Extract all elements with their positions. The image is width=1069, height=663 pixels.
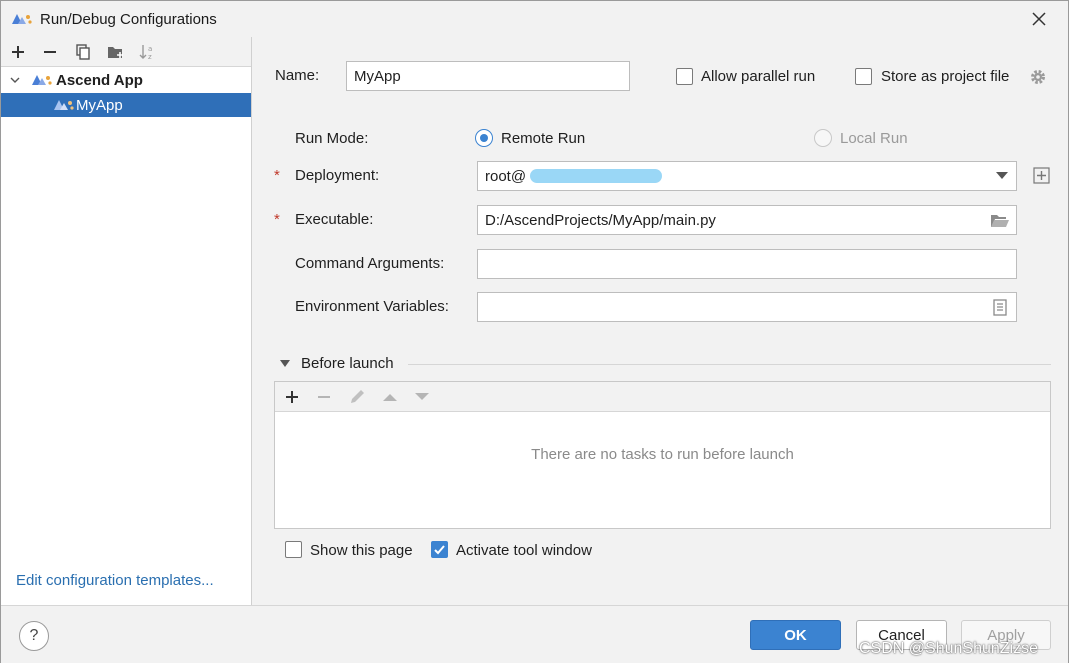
pencil-icon[interactable]	[348, 388, 366, 406]
minus-icon	[44, 51, 56, 53]
tree-item-myapp[interactable]: MyApp	[1, 93, 251, 117]
local-run-radio[interactable]	[814, 129, 832, 147]
dropdown-arrow-icon	[996, 172, 1008, 179]
configuration-form: Name: MyApp Allow parallel run Store as …	[253, 37, 1068, 605]
help-button[interactable]: ?	[19, 621, 49, 651]
sort-configurations-button[interactable]: az	[137, 42, 159, 62]
run-config-icon	[12, 14, 32, 24]
store-project-checkbox[interactable]	[855, 68, 872, 85]
command-arguments-input[interactable]	[477, 249, 1017, 279]
configurations-toolbar: az	[1, 37, 251, 67]
svg-text:a: a	[148, 45, 152, 53]
remove-configuration-button[interactable]	[39, 42, 61, 62]
window-title: Run/Debug Configurations	[40, 11, 217, 28]
close-icon	[1032, 12, 1046, 26]
help-icon: ?	[29, 627, 39, 644]
move-up-icon[interactable]	[382, 392, 398, 402]
svg-text:z: z	[148, 53, 152, 60]
executable-value: D:/AscendProjects/MyApp/main.py	[485, 211, 716, 229]
before-launch-toolbar	[275, 382, 1050, 412]
deployment-label: Deployment:	[295, 167, 380, 184]
environment-variables-label: Environment Variables:	[295, 298, 449, 315]
remote-run-radio[interactable]	[475, 129, 493, 147]
show-this-page-checkbox[interactable]	[285, 541, 302, 558]
before-launch-panel: There are no tasks to run before launch	[274, 381, 1051, 529]
deployment-select[interactable]: root@	[477, 161, 1017, 191]
chevron-down-icon	[10, 77, 20, 83]
executable-label: Executable:	[295, 211, 374, 228]
minus-icon[interactable]	[317, 390, 331, 404]
checkmark-icon	[434, 545, 445, 555]
store-project-label: Store as project file	[881, 68, 1010, 85]
add-configuration-button[interactable]	[7, 42, 29, 62]
run-debug-dialog: Run/Debug Configurations az Ascend App M…	[0, 0, 1069, 663]
close-button[interactable]	[1023, 5, 1055, 33]
redacted-host	[530, 169, 663, 183]
name-label: Name:	[275, 67, 320, 84]
plus-icon	[12, 46, 24, 58]
folder-open-icon[interactable]	[990, 213, 1010, 228]
copy-configuration-button[interactable]	[72, 42, 94, 62]
ascend-app-icon	[32, 75, 52, 85]
add-deployment-icon[interactable]	[1033, 167, 1050, 184]
apply-button[interactable]: Apply	[961, 620, 1051, 650]
empty-tasks-message: There are no tasks to run before launch	[531, 446, 794, 463]
allow-parallel-label: Allow parallel run	[701, 68, 816, 85]
activate-tool-window-checkbox[interactable]	[431, 541, 448, 558]
move-down-icon[interactable]	[414, 392, 430, 402]
plus-icon[interactable]	[285, 390, 299, 404]
copy-icon	[76, 44, 90, 60]
cancel-button[interactable]: Cancel	[856, 620, 947, 650]
dialog-button-bar: ? OK Cancel Apply CSDN @ShunShunZizse	[1, 605, 1068, 663]
required-marker: *	[274, 167, 280, 184]
required-marker: *	[274, 211, 280, 228]
ascend-app-icon	[54, 100, 74, 110]
deployment-value: root@	[485, 167, 527, 185]
new-folder-button[interactable]	[105, 42, 127, 62]
folder-add-icon	[108, 47, 123, 58]
command-arguments-label: Command Arguments:	[295, 255, 445, 272]
document-list-icon[interactable]	[993, 299, 1007, 316]
sort-alpha-icon: az	[139, 45, 152, 60]
collapse-triangle-icon[interactable]	[279, 359, 291, 369]
remote-run-label: Remote Run	[501, 130, 586, 147]
activate-tool-window-label: Activate tool window	[456, 542, 592, 559]
show-this-page-label: Show this page	[310, 542, 413, 559]
allow-parallel-checkbox[interactable]	[676, 68, 693, 85]
before-launch-title: Before launch	[301, 355, 394, 372]
gear-icon[interactable]	[1029, 68, 1047, 86]
name-input-value: MyApp	[354, 67, 401, 85]
tree-group-ascend-app[interactable]: Ascend App	[1, 68, 251, 92]
tree-group-label: Ascend App	[56, 71, 143, 89]
local-run-label: Local Run	[840, 130, 908, 147]
ok-button[interactable]: OK	[750, 620, 841, 650]
title-bar: Run/Debug Configurations	[1, 1, 1068, 37]
configurations-panel: az Ascend App MyApp Edit configuration t…	[1, 37, 252, 605]
tree-item-label: MyApp	[76, 96, 123, 114]
environment-variables-input[interactable]	[477, 292, 1017, 322]
section-divider	[408, 364, 1051, 365]
run-mode-label: Run Mode:	[295, 130, 369, 147]
edit-templates-link[interactable]: Edit configuration templates...	[16, 572, 214, 589]
name-input[interactable]: MyApp	[346, 61, 630, 91]
executable-input[interactable]: D:/AscendProjects/MyApp/main.py	[477, 205, 1017, 235]
